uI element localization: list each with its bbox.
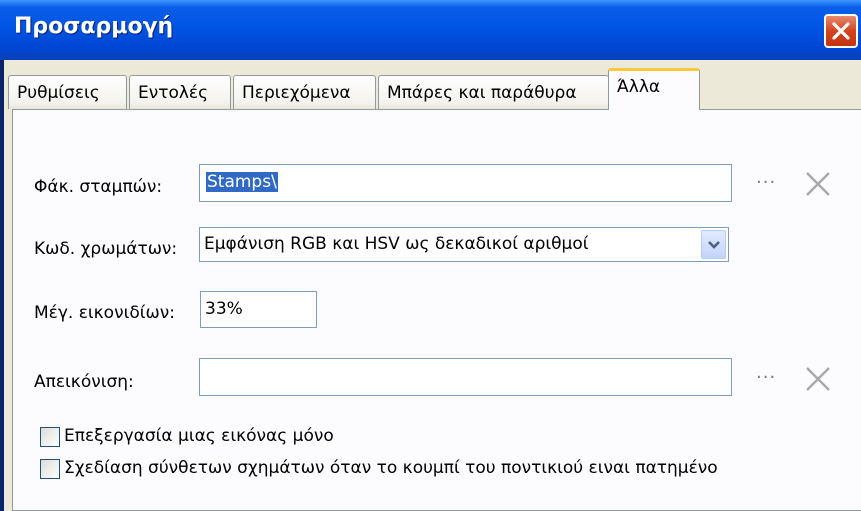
dialog-window: Προσαρμογή Ρυθμίσεις Εντολές Περιεχόμενα… [0,0,861,511]
tab-label: Μπάρες και παράθυρα [387,82,577,103]
display-input[interactable] [199,358,732,396]
window-title: Προσαρμογή [14,14,174,39]
icon-size-input[interactable]: 33% [200,291,317,328]
tab-label: Άλλα [617,77,661,97]
stamps-folder-label: Φάκ. σταμπών: [34,177,163,197]
tab-label: Ρυθμίσεις [17,82,100,103]
draw-complex-shapes-checkbox[interactable] [40,459,60,479]
stamps-folder-value: Stamps\ [206,172,278,192]
color-code-label: Κωδ. χρωμάτων: [34,239,178,259]
icon-size-value: 33% [205,299,243,319]
display-clear-icon[interactable] [804,365,832,393]
stamps-clear-icon[interactable] [804,170,832,198]
color-code-dropdown-button[interactable] [701,230,726,259]
stamps-folder-input[interactable]: Stamps\ [199,164,732,202]
tab-other[interactable]: Άλλα [608,68,700,110]
tab-contents[interactable]: Περιεχόμενα [233,75,376,109]
chevron-down-icon [707,240,720,249]
title-bar[interactable]: Προσαρμογή [0,0,861,60]
tab-label: Εντολές [138,82,209,103]
tab-settings[interactable]: Ρυθμίσεις [8,75,127,109]
tab-bars-windows[interactable]: Μπάρες και παράθυρα [378,75,609,109]
close-icon [832,22,850,40]
color-code-value: Εμφάνιση RGB και HSV ως δεκαδικοί αριθμο… [204,234,589,254]
single-image-checkbox-label: Επεξεργασία μιας εικόνας μόνο [64,426,334,446]
tab-strip: Ρυθμίσεις Εντολές Περιεχόμενα Μπάρες και… [4,66,861,110]
display-browse-button[interactable]: ··· [756,367,776,388]
icon-size-label: Μέγ. εικονιδίων: [34,303,175,323]
draw-complex-shapes-checkbox-label: Σχεδίαση σύνθετων σχημάτων όταν το κουμπ… [64,458,718,478]
tab-label: Περιεχόμενα [242,82,351,103]
single-image-checkbox[interactable] [40,427,60,447]
tab-commands[interactable]: Εντολές [129,75,231,109]
display-label: Απεικόνιση: [34,372,134,392]
dialog-body: Ρυθμίσεις Εντολές Περιεχόμενα Μπάρες και… [4,60,861,511]
stamps-browse-button[interactable]: ··· [756,172,776,193]
color-code-select[interactable]: Εμφάνιση RGB και HSV ως δεκαδικοί αριθμο… [199,227,729,262]
close-button[interactable] [824,14,858,48]
